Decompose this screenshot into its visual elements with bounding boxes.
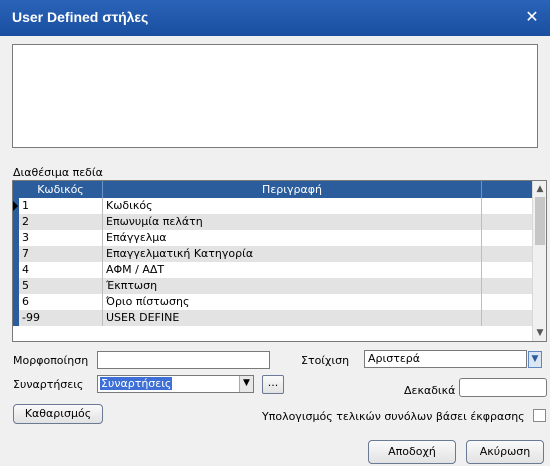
- table-row[interactable]: 3 Επάγγελμα: [13, 230, 534, 246]
- functions-select[interactable]: Συναρτήσεις: [97, 375, 254, 393]
- alignment-label: Στοίχιση: [301, 354, 350, 367]
- description-cell[interactable]: Έκπτωση: [103, 278, 482, 294]
- ok-button[interactable]: Αποδοχή: [368, 440, 456, 464]
- totals-checkbox[interactable]: [533, 409, 546, 422]
- description-cell[interactable]: ΑΦΜ / ΑΔΤ: [103, 262, 482, 278]
- column-header-description[interactable]: Περιγραφή: [103, 181, 482, 198]
- code-cell[interactable]: 2: [19, 214, 103, 230]
- extra-cell[interactable]: [482, 214, 534, 230]
- totals-checkbox-label: Υπολογισμός τελικών συνόλων βάσει έκφρασ…: [262, 410, 525, 423]
- code-cell[interactable]: -99: [19, 310, 103, 326]
- table-row[interactable]: 7 Επαγγελματική Κατηγορία: [13, 246, 534, 262]
- decimals-input[interactable]: [459, 378, 547, 397]
- grid-vertical-scrollbar[interactable]: ▲ ▼: [532, 181, 546, 341]
- functions-label: Συναρτήσεις: [13, 378, 84, 391]
- code-cell[interactable]: 7: [19, 246, 103, 262]
- extra-cell[interactable]: [482, 310, 534, 326]
- description-cell[interactable]: Επάγγελμα: [103, 230, 482, 246]
- code-cell[interactable]: 4: [19, 262, 103, 278]
- alignment-dropdown-icon[interactable]: ▼: [528, 351, 542, 368]
- scroll-thumb[interactable]: [535, 197, 545, 245]
- close-icon[interactable]: ✕: [522, 7, 542, 27]
- alignment-select[interactable]: Αριστερά: [364, 350, 527, 368]
- code-cell[interactable]: 1: [19, 198, 103, 214]
- window-title: User Defined στήλες: [12, 9, 149, 25]
- code-cell[interactable]: 3: [19, 230, 103, 246]
- fields-grid-caption: Διαθέσιμα πεδία: [13, 166, 103, 179]
- column-header-empty: [482, 181, 534, 198]
- extra-cell[interactable]: [482, 262, 534, 278]
- clear-button[interactable]: Καθαρισμός: [13, 404, 103, 424]
- extra-cell[interactable]: [482, 294, 534, 310]
- description-cell[interactable]: Όριο πίστωσης: [103, 294, 482, 310]
- code-cell[interactable]: 6: [19, 294, 103, 310]
- scroll-up-icon[interactable]: ▲: [533, 182, 546, 196]
- code-cell[interactable]: 5: [19, 278, 103, 294]
- description-cell[interactable]: Κωδικός: [103, 198, 482, 214]
- title-bar: User Defined στήλες ✕: [0, 0, 550, 36]
- cancel-button[interactable]: Ακύρωση: [466, 440, 544, 464]
- table-row[interactable]: 1 Κωδικός: [13, 198, 534, 214]
- expression-textarea[interactable]: [12, 44, 538, 148]
- table-row[interactable]: 6 Όριο πίστωσης: [13, 294, 534, 310]
- table-row[interactable]: 2 Επωνυμία πελάτη: [13, 214, 534, 230]
- table-row[interactable]: 4 ΑΦΜ / ΑΔΤ: [13, 262, 534, 278]
- extra-cell[interactable]: [482, 246, 534, 262]
- table-row[interactable]: 5 Έκπτωση: [13, 278, 534, 294]
- scroll-down-icon[interactable]: ▼: [533, 326, 546, 340]
- fields-grid[interactable]: Κωδικός Περιγραφή 1 Κωδικός 2 Επωνυμία πελά…: [12, 180, 547, 342]
- format-label: Μορφοποίηση: [13, 354, 89, 367]
- grid-header: Κωδικός Περιγραφή: [19, 181, 540, 198]
- format-input[interactable]: [97, 351, 270, 369]
- column-header-code[interactable]: Κωδικός: [19, 181, 103, 198]
- extra-cell[interactable]: [482, 230, 534, 246]
- current-row-arrow-icon: [13, 201, 18, 211]
- functions-selected-value: Συναρτήσεις: [100, 377, 173, 390]
- description-cell[interactable]: Επαγγελματική Κατηγορία: [103, 246, 482, 262]
- functions-dropdown-icon[interactable]: ▼: [239, 376, 253, 392]
- decimals-label: Δεκαδικά: [404, 384, 456, 397]
- table-row[interactable]: -99 USER DEFINE: [13, 310, 534, 326]
- extra-cell[interactable]: [482, 278, 534, 294]
- extra-cell[interactable]: [482, 198, 534, 214]
- functions-browse-button[interactable]: ...: [262, 375, 284, 394]
- description-cell[interactable]: Επωνυμία πελάτη: [103, 214, 482, 230]
- description-cell[interactable]: USER DEFINE: [103, 310, 482, 326]
